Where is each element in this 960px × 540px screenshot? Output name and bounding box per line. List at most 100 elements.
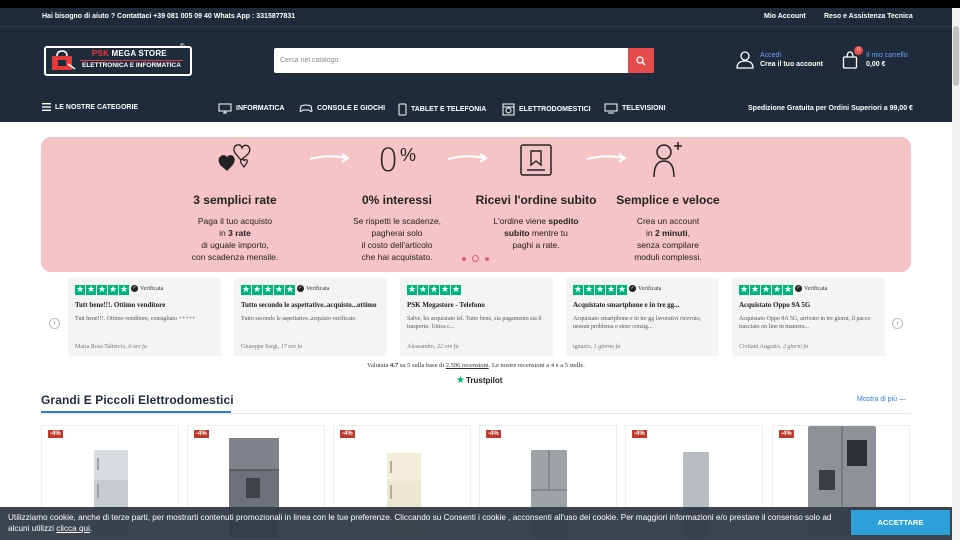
nav-item-label: TELEVISIONI (622, 105, 666, 112)
review-author: Civitani Augusto, 2 giorni fa (739, 344, 809, 350)
top-bar-divider (0, 26, 952, 27)
nav-item-televisioni[interactable]: TELEVISIONI (604, 103, 666, 114)
review-author: Giuseppe Sergi, 17 ore fa (241, 344, 303, 350)
star-rating (407, 284, 461, 295)
section-title-underline (41, 411, 231, 413)
verified-badge: ✓ Verificata (297, 285, 330, 292)
search-button[interactable] (628, 48, 654, 73)
my-account-link[interactable]: Mio Account (764, 13, 806, 20)
reviews-prev-button[interactable]: ‹ (49, 318, 60, 329)
search-input[interactable] (274, 48, 629, 73)
feature-description: L'ordine viene spedito subito mentre tu … (493, 216, 579, 250)
nav-item-label: ELETTRODOMESTICI (519, 106, 591, 113)
cart-label[interactable]: Il mio carrello (866, 52, 908, 59)
verified-badge: ✓ Verificata (795, 285, 828, 292)
scrollbar-thumb[interactable] (953, 26, 959, 86)
review-card[interactable]: ✓Verificata Tutt bene!!!. Ottimo vendito… (68, 278, 221, 356)
review-card[interactable]: ✓Verificata Acquistato Oppo 9A 5G Acquis… (732, 278, 885, 356)
nav-item-elettrodomestici[interactable]: ELETTRODOMESTICI (502, 103, 591, 116)
nav-item-tablet-telefonia[interactable]: TABLET E TELEFONIA (398, 103, 486, 116)
login-link[interactable]: Accedi (760, 52, 781, 59)
search-icon (636, 55, 646, 65)
discount-badge: -4% (194, 430, 209, 438)
feature-ordine: Ricevi l'ordine subito L'ordine viene sp… (471, 137, 601, 251)
nav-categories-label: LE NOSTRE CATEGORIE (55, 103, 139, 111)
returns-assistance-link[interactable]: Reso e Assistenza Tecnica (824, 13, 913, 20)
phone-icon (398, 103, 407, 116)
review-text: Acquistato smartphone e in tre gg lavora… (573, 316, 702, 330)
accept-cookies-button[interactable]: ACCETTARE (851, 510, 950, 535)
free-shipping-notice: Spedizione Gratuita per Ordini Superiori… (748, 105, 913, 112)
nav-item-label: CONSOLE E GIOCHI (317, 104, 386, 112)
trustpilot-reviews-carousel: ‹ › ✓Verificata Tutt bene!!!. Ottimo ven… (41, 278, 911, 360)
cart-count-badge: 0 (854, 46, 863, 55)
nav-categories-menu[interactable]: LE NOSTRE CATEGORIE (42, 103, 138, 111)
verified-badge: ✓ Verificata (629, 285, 662, 292)
review-text: Tutto secondo le aspettative..acquisto v… (241, 316, 356, 322)
review-title: Acquistato Oppo 9A 5G (739, 301, 811, 309)
carousel-dots (460, 255, 500, 263)
show-more-link[interactable]: Mostra di più — (857, 396, 906, 403)
monitor-icon (218, 103, 232, 114)
reviews-next-button[interactable]: › (892, 318, 903, 329)
star-rating (75, 284, 129, 295)
trustpilot-logo[interactable]: ★ Trustpilot (456, 375, 502, 386)
feature-title: Ricevi l'ordine subito (475, 193, 597, 207)
star-rating (739, 284, 793, 295)
nav-item-informatica[interactable]: INFORMATICA (218, 103, 284, 114)
reviews-count-link[interactable]: 2.596 recensioni (446, 362, 489, 369)
store-logo[interactable]: PSK MEGA STORE ® ELETTRONICA E INFORMATI… (44, 44, 192, 76)
cart-total: 0,00 € (866, 61, 886, 68)
appliance-icon (502, 103, 515, 116)
logo-registered-mark: ® (180, 44, 185, 50)
search-bar (274, 48, 654, 73)
carousel-dot-active[interactable] (472, 255, 479, 262)
menu-icon (42, 103, 51, 111)
feature-title: Semplice e veloce (616, 193, 720, 207)
main-navigation: LE NOSTRE CATEGORIE INFORMATICA CONSOLE … (0, 96, 952, 122)
zero-percent-icon: 0 % (378, 141, 417, 179)
feature-rate: 3 semplici rate Paga il tuo acquisto in … (170, 137, 300, 263)
discount-badge: -4% (340, 430, 355, 438)
carousel-dot[interactable] (485, 257, 489, 261)
discount-badge: -4% (779, 430, 794, 438)
trustpilot-star-icon: ★ (456, 375, 465, 386)
cart-area[interactable]: 0 Il mio carrello 0,00 € (842, 46, 914, 74)
review-text: Tutt bene!!!. Ottimo venditore, consigli… (75, 316, 196, 322)
discount-badge: -4% (632, 430, 647, 438)
installments-banner[interactable]: 3 semplici rate Paga il tuo acquisto in … (41, 137, 911, 272)
review-card[interactable]: PSK Megastore - Telefono Salve, ho acqui… (400, 278, 553, 356)
review-author: ignazio, 1 giorno fa (573, 344, 621, 350)
star-rating (573, 284, 627, 295)
review-card[interactable]: ✓Verificata Acquistato smartphone e in t… (566, 278, 719, 356)
review-card[interactable]: ✓Verificata Tutto secondo le aspettative… (234, 278, 387, 356)
review-author: Alessandro, 22 ore fa (407, 344, 459, 350)
create-account-link[interactable]: Crea il tuo account (760, 61, 823, 68)
page-scrollbar[interactable] (952, 8, 960, 540)
cookie-info-link[interactable]: clicca qui (56, 524, 90, 533)
carousel-dot[interactable] (462, 257, 466, 261)
cookie-message: Utilizziamo cookie, anche di terze parti… (8, 513, 832, 533)
page: Hai bisogno di aiuto ? Contattaci +39 08… (0, 0, 960, 540)
check-icon: ✓ (795, 285, 802, 292)
logo-tagline: ELETTRONICA E INFORMATICA (80, 60, 183, 70)
account-area[interactable]: Accedi Crea il tuo account (736, 51, 831, 73)
trustpilot-summary: Valutata 4.7 su 5 sulla base di 2.596 re… (367, 362, 585, 369)
nav-item-label: TABLET E TELEFONIA (411, 106, 487, 113)
bookmark-box-icon (471, 143, 601, 193)
nav-item-console-giochi[interactable]: CONSOLE E GIOCHI (299, 103, 385, 113)
review-title: Tutto secondo le aspettative..acquisto..… (241, 301, 377, 309)
review-title: Acquistato smartphone e in tre gg... (573, 301, 680, 309)
review-title: Tutt bene!!!. Ottimo venditore (75, 301, 166, 309)
feature-description: Se rispetti le scadenze, pagherai solo i… (353, 216, 441, 262)
gamepad-icon (299, 104, 313, 112)
feature-semplice: Semplice e veloce Crea un account in 2 m… (603, 137, 733, 263)
section-divider (41, 413, 911, 414)
tv-icon (604, 103, 618, 114)
hearts-icon (170, 143, 300, 193)
help-contact-text: Hai bisogno di aiuto ? Contattaci +39 08… (42, 13, 296, 20)
check-icon: ✓ (629, 285, 636, 292)
site-header: Hai bisogno di aiuto ? Contattaci +39 08… (0, 8, 952, 122)
check-icon: ✓ (297, 285, 304, 292)
browser-top-strip (0, 0, 960, 8)
